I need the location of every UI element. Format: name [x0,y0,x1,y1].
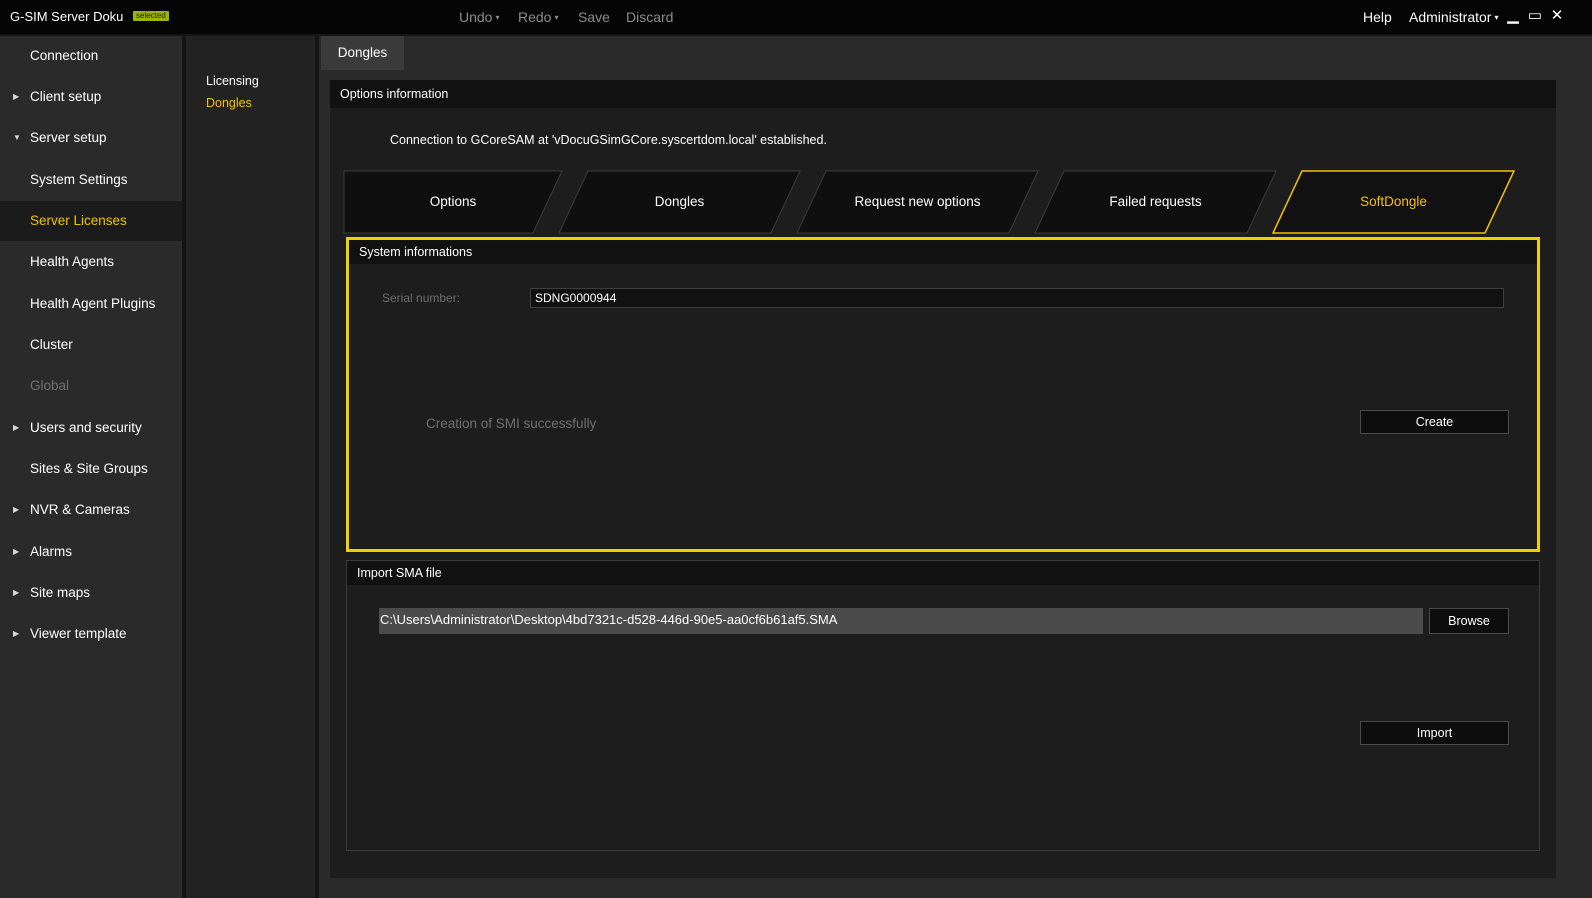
sidebar-item-label: Server Licenses [30,213,127,228]
sidebar-item-system-settings[interactable]: System Settings [0,160,182,200]
group-title: System informations [349,240,1537,264]
minimize-icon[interactable]: ▁ [1505,6,1521,26]
expand-arrow-icon[interactable]: ▶ [13,408,19,448]
save-button[interactable]: Save [578,9,610,25]
sidebar-item-label: NVR & Cameras [30,502,130,517]
tab-dongles[interactable]: Dongles [321,36,404,70]
sidebar-item-sites-site-groups[interactable]: Sites & Site Groups [0,449,182,489]
sidebar-item-label: Client setup [30,89,102,104]
group-title: Import SMA file [347,561,1539,585]
expand-arrow-icon[interactable]: ▶ [13,490,19,530]
sidebar-item-connection[interactable]: Connection [0,36,182,76]
tab-label: SoftDongle [1360,194,1427,209]
sma-file-path-field[interactable]: C:\Users\Administrator\Desktop\4bd7321c-… [379,608,1423,634]
expand-arrow-icon[interactable]: ▶ [13,573,19,613]
sidebar-item-label: Server setup [30,130,107,145]
user-menu[interactable]: Administrator ▾ [1409,9,1498,25]
subnav-item-licensing[interactable]: Licensing [206,74,259,88]
close-icon[interactable]: ✕ [1549,6,1565,26]
undo-dropdown-icon[interactable]: ▾ [495,13,499,22]
tab-label: Request new options [854,194,981,209]
tab-failed-requests[interactable]: Failed requests [1034,170,1277,234]
tab-dongles-option[interactable]: Dongles [558,170,801,234]
app-title: G-SIM Server Doku [10,9,124,24]
sidebar-item-label: Users and security [30,420,142,435]
panel-title: Options information [330,80,1556,108]
tab-softdongle[interactable]: SoftDongle [1272,170,1515,234]
sidebar-item-server-licenses[interactable]: Server Licenses [0,201,182,241]
subnav-item-dongles[interactable]: Dongles [206,96,252,110]
help-button[interactable]: Help [1363,9,1392,25]
browse-button[interactable]: Browse [1429,608,1509,634]
sidebar-item-label: Health Agents [30,254,115,269]
sidebar-item-label: Alarms [30,544,73,559]
sidebar-item-global: Global [0,366,182,406]
sidebar-item-label: Connection [30,48,99,63]
sidebar-item-label: Site maps [30,585,91,600]
serial-number-label: Serial number: [382,291,461,305]
sidebar-item-viewer-template[interactable]: ▶ Viewer template [0,614,182,654]
user-dropdown-icon: ▾ [1494,13,1499,22]
expand-arrow-icon[interactable]: ▶ [13,532,19,572]
title-bar: G-SIM Server Doku selected Undo ▾ Redo ▾ S… [0,0,1592,34]
tab-request-new-options[interactable]: Request new options [796,170,1039,234]
tab-options[interactable]: Options [343,170,563,234]
sidebar-item-label: Sites & Site Groups [30,461,148,476]
system-informations-group: System informations Serial number: SDNG0… [346,237,1540,552]
sidebar-item-nvr-cameras[interactable]: ▶ NVR & Cameras [0,490,182,530]
import-button[interactable]: Import [1360,721,1509,745]
connection-status-message: Connection to GCoreSAM at 'vDocuGSimGCor… [390,133,827,147]
undo-label: Undo [459,9,493,25]
discard-button[interactable]: Discard [626,9,673,25]
serial-number-field[interactable]: SDNG0000944 [530,288,1504,308]
sidebar-item-label: Cluster [30,337,73,352]
sidebar-item-label: Global [30,378,70,393]
collapse-arrow-icon[interactable]: ▼ [13,118,21,158]
sidebar-item-server-setup[interactable]: ▼ Server setup [0,118,182,158]
expand-arrow-icon[interactable]: ▶ [13,614,19,654]
options-information-panel: Options information Connection to GCoreS… [330,80,1556,878]
sidebar-item-client-setup[interactable]: ▶ Client setup [0,77,182,117]
create-button[interactable]: Create [1360,410,1509,434]
sidebar-item-label: Viewer template [30,626,127,641]
sub-navigation: Licensing Dongles [186,36,315,898]
tab-label: Options [429,194,477,209]
sidebar-item-health-agent-plugins[interactable]: Health Agent Plugins [0,284,182,324]
redo-button[interactable]: Redo ▾ [518,9,558,25]
smi-status-message: Creation of SMI successfully [426,416,597,431]
sidebar-item-label: Health Agent Plugins [30,296,156,311]
sidebar-item-cluster[interactable]: Cluster [0,325,182,365]
tab-label: Failed requests [1109,194,1202,209]
tab-label: Dongles [654,194,705,209]
expand-arrow-icon[interactable]: ▶ [13,77,19,117]
sidebar-item-alarms[interactable]: ▶ Alarms [0,532,182,572]
sidebar-item-site-maps[interactable]: ▶ Site maps [0,573,182,613]
sidebar-item-health-agents[interactable]: Health Agents [0,242,182,282]
sidebar-item-users-and-security[interactable]: ▶ Users and security [0,408,182,448]
redo-dropdown-icon[interactable]: ▾ [554,13,558,22]
user-name: Administrator [1409,9,1492,25]
main-content: Dongles Options information Connection t… [319,36,1592,898]
selected-badge: selected [133,11,169,21]
maximize-icon[interactable]: ▭ [1527,6,1543,26]
import-sma-file-group: Import SMA file C:\Users\Administrator\D… [346,560,1540,851]
redo-label: Redo [518,9,552,25]
sidebar: Connection ▶ Client setup ▼ Server setup… [0,36,182,898]
sidebar-item-label: System Settings [30,172,128,187]
undo-button[interactable]: Undo ▾ [459,9,499,25]
